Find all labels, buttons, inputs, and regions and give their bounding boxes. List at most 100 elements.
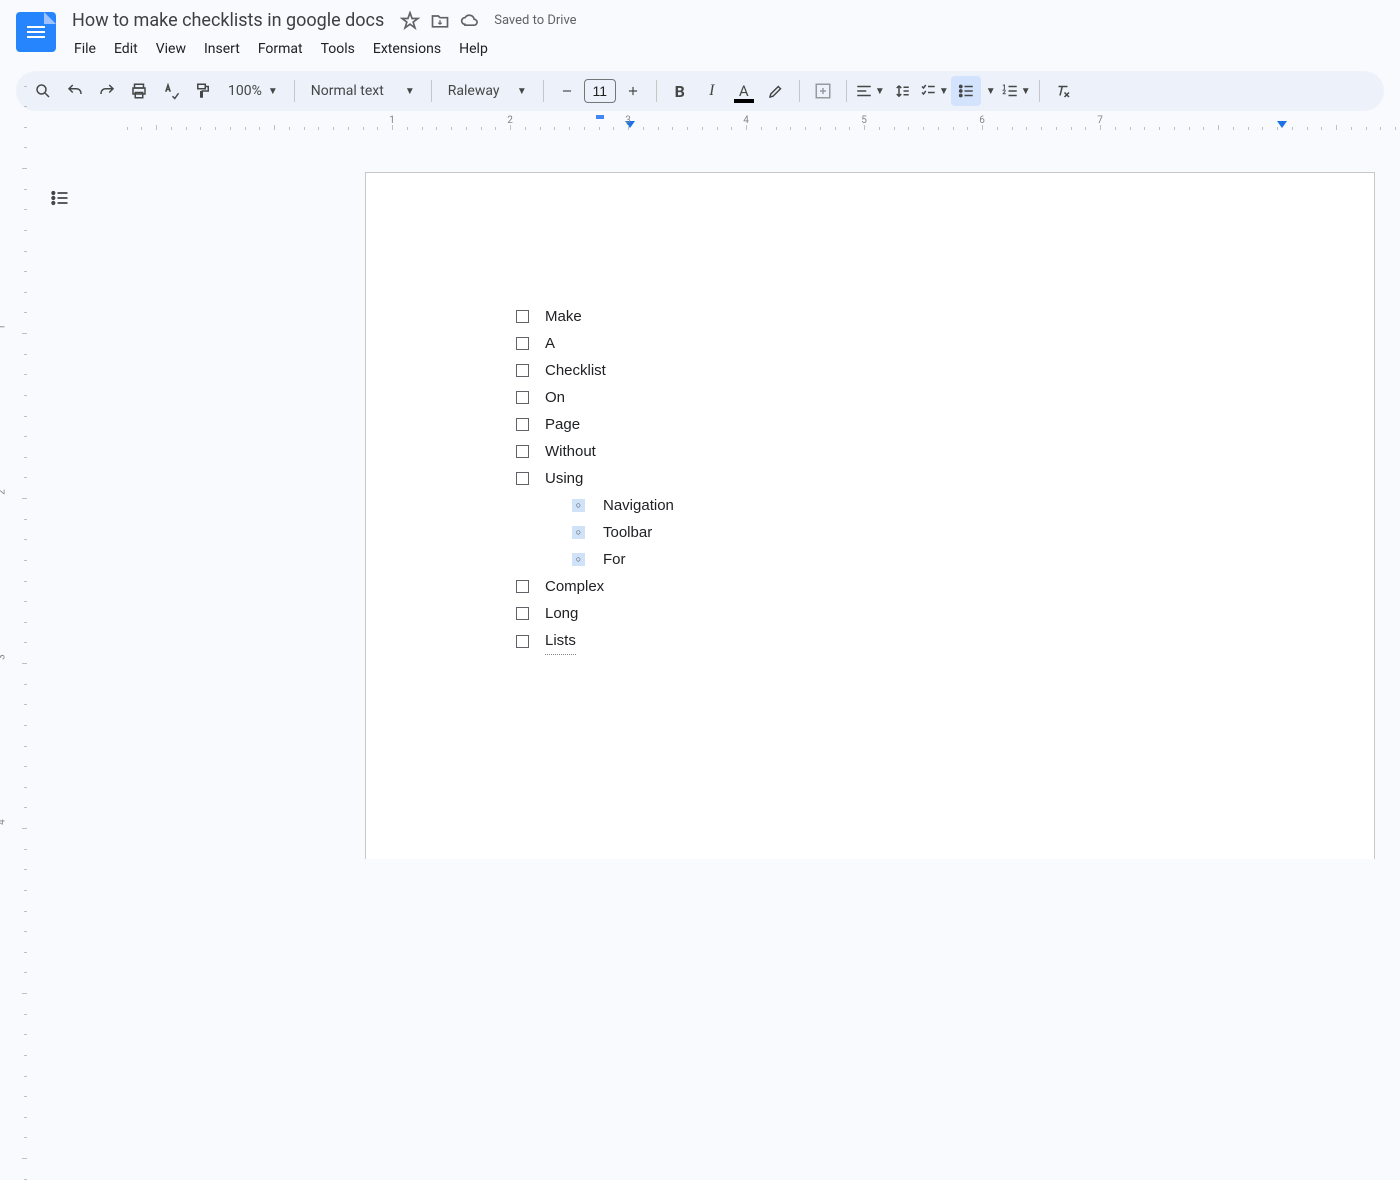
checkbox-icon[interactable] [516,364,529,377]
font-value: Raleway [448,83,500,99]
checkbox-icon[interactable] [516,580,529,593]
checkbox-icon[interactable] [516,607,529,620]
undo-icon[interactable] [60,76,90,106]
checkbox-icon[interactable] [516,310,529,323]
chevron-down-icon: ▼ [875,86,885,97]
font-dropdown[interactable]: Raleway ▼ [440,76,535,106]
menu-format[interactable]: Format [250,37,311,61]
document-outline-icon[interactable] [48,186,72,210]
document-title[interactable]: How to make checklists in google docs [66,8,390,33]
menu-extensions[interactable]: Extensions [365,37,449,61]
document-page[interactable]: MakeAChecklistOnPageWithoutUsing ○ Navigat… [365,172,1375,859]
bulleted-list-icon[interactable] [951,76,981,106]
first-line-indent-marker[interactable] [596,115,604,119]
italic-icon[interactable]: I [697,76,727,106]
checklist-item-text[interactable]: Complex [545,573,604,600]
checklist-item-text[interactable]: Lists [545,627,576,655]
checklist-item-text[interactable]: Using [545,465,583,492]
cloud-saved-icon[interactable] [460,11,480,31]
checklist-icon[interactable]: ▼ [919,76,949,106]
move-icon[interactable] [430,11,450,31]
sublist-item-text[interactable]: Toolbar [603,519,652,546]
separator [431,80,432,102]
separator [294,80,295,102]
spellcheck-icon[interactable] [156,76,186,106]
redo-icon[interactable] [92,76,122,106]
line-spacing-icon[interactable] [887,76,917,106]
workspace: MakeAChecklistOnPageWithoutUsing ○ Navigat… [30,158,1400,859]
decrease-font-icon[interactable] [552,76,582,106]
checklist-item[interactable]: Page [516,411,1274,438]
sublist-item[interactable]: ○ Navigation [516,492,1274,519]
checklist-item[interactable]: Long [516,600,1274,627]
docs-logo-icon[interactable] [16,12,56,52]
title-row: How to make checklists in google docs Sa… [66,8,1384,33]
sublist-item[interactable]: ○ For [516,546,1274,573]
checkbox-icon[interactable] [516,418,529,431]
app-header: How to make checklists in google docs Sa… [0,0,1400,61]
saved-status: Saved to Drive [494,13,576,28]
vertical-ruler[interactable]: 1234 [0,158,30,859]
circle-bullet-icon[interactable]: ○ [572,499,585,512]
checklist-item[interactable]: On [516,384,1274,411]
menu-insert[interactable]: Insert [196,37,248,61]
bold-icon[interactable]: B [665,76,695,106]
sublist-item-text[interactable]: Navigation [603,492,674,519]
checkbox-icon[interactable] [516,472,529,485]
horizontal-ruler[interactable]: 1234567 [30,115,1400,131]
chevron-down-icon: ▼ [1021,86,1031,97]
checklist-item[interactable]: Make [516,303,1274,330]
checklist-item-text[interactable]: Make [545,303,582,330]
checklist-item-text[interactable]: On [545,384,565,411]
sublist-item-text[interactable]: For [603,546,626,573]
clear-formatting-icon[interactable] [1048,76,1078,106]
sublist-item[interactable]: ○ Toolbar [516,519,1274,546]
star-icon[interactable] [400,11,420,31]
chevron-down-icon: ▼ [517,86,527,97]
checklist-item-text[interactable]: Without [545,438,596,465]
checklist-item[interactable]: Lists [516,627,1274,655]
menu-file[interactable]: File [66,37,104,61]
menu-tools[interactable]: Tools [313,37,363,61]
zoom-value: 100% [228,83,262,99]
font-size-input[interactable] [584,79,616,103]
style-dropdown[interactable]: Normal text▼ [303,76,423,106]
text-color-icon[interactable]: A [729,76,759,106]
header-main: How to make checklists in google docs Sa… [66,8,1384,61]
checkbox-icon[interactable] [516,445,529,458]
checklist-item-text[interactable]: A [545,330,555,357]
checkbox-icon[interactable] [516,337,529,350]
circle-bullet-icon[interactable]: ○ [572,553,585,566]
paint-format-icon[interactable] [188,76,218,106]
separator [543,80,544,102]
insert-image-icon[interactable] [808,76,838,106]
separator [846,80,847,102]
menu-view[interactable]: View [148,37,194,61]
checklist-item-text[interactable]: Long [545,600,578,627]
checklist-item[interactable]: A [516,330,1274,357]
font-size-group [552,76,648,106]
search-menus-icon[interactable] [28,76,58,106]
checklist-item-text[interactable]: Page [545,411,580,438]
circle-bullet-icon[interactable]: ○ [572,526,585,539]
menu-edit[interactable]: Edit [106,37,146,61]
align-icon[interactable]: ▼ [855,76,885,106]
menu-help[interactable]: Help [451,37,496,61]
checkbox-icon[interactable] [516,391,529,404]
print-icon[interactable] [124,76,154,106]
checklist-item[interactable]: Without [516,438,1274,465]
checklist-item-text[interactable]: Checklist [545,357,606,384]
chevron-down-icon[interactable]: ▼ [983,86,999,97]
checklist[interactable]: MakeAChecklistOnPageWithoutUsing ○ Navigat… [516,303,1274,655]
right-indent-marker[interactable] [1277,121,1287,128]
highlight-icon[interactable] [761,76,791,106]
chevron-down-icon: ▼ [405,86,415,97]
checklist-item[interactable]: Checklist [516,357,1274,384]
zoom-dropdown[interactable]: 100%▼ [220,76,286,106]
checklist-item[interactable]: Complex [516,573,1274,600]
increase-font-icon[interactable] [618,76,648,106]
numbered-list-icon[interactable]: 12▼ [1001,76,1031,106]
checkbox-icon[interactable] [516,635,529,648]
toolbar: 100%▼ Normal text▼ Raleway▼ B I A ▼ ▼ ▼ … [16,71,1384,111]
checklist-item[interactable]: Using [516,465,1274,492]
